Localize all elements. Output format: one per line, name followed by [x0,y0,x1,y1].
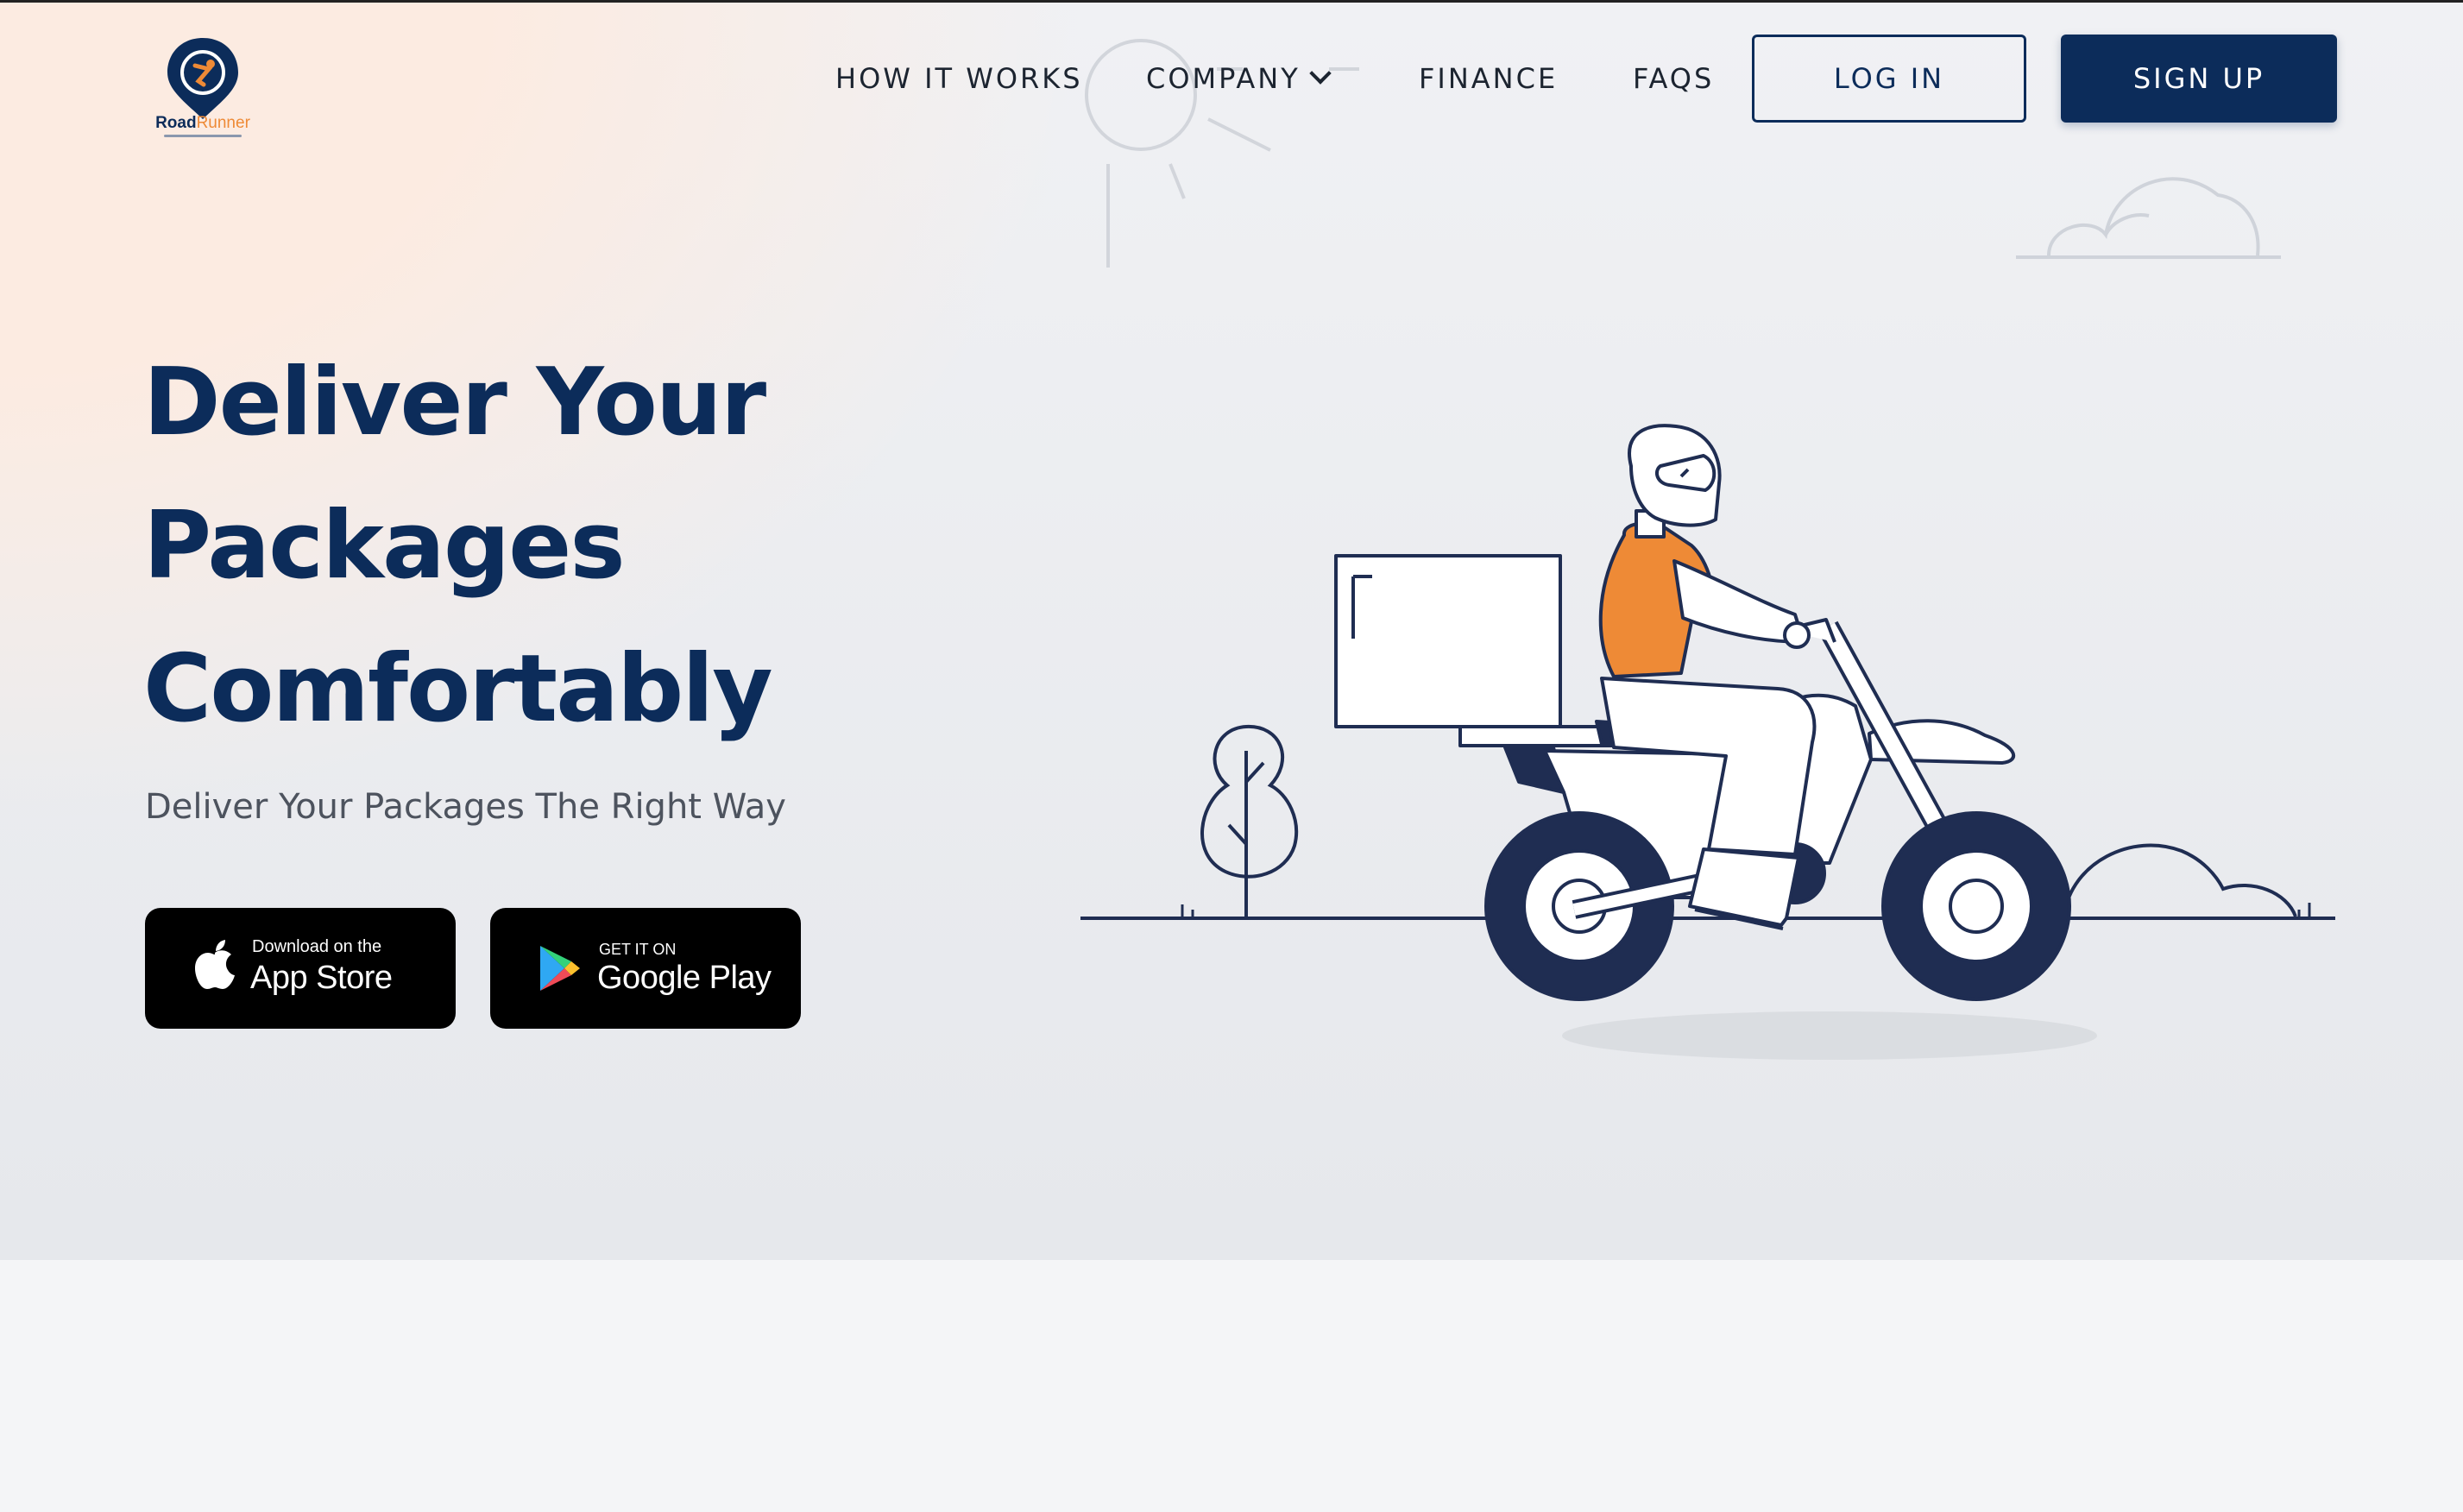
google-play-button[interactable]: GET IT ON Google Play [490,908,801,1029]
nav-finance[interactable]: FINANCE [1419,62,1558,95]
nav-faqs[interactable]: FAQS [1633,62,1714,95]
nav-company-label: COMPANY [1146,62,1301,95]
bush-icon [2063,843,2297,917]
chevron-down-icon [1309,62,1332,85]
headline-line-2: Packages [143,492,626,600]
brand-name-part1: Road [155,114,197,132]
hero-section: RoadRunner HOW IT WORKS COMPANY FINANCE … [0,0,2463,1260]
google-play-small-text: GET IT ON [599,941,677,958]
motorcycle-icon [1334,424,2071,1001]
cloud-icon [2016,177,2281,259]
app-store-big-text: App Store [250,960,393,996]
hero-headline: Deliver Your Packages Comfortably [143,331,1006,761]
headline-line-1: Deliver Your [143,349,766,457]
brand-logo[interactable]: RoadRunner [147,35,259,142]
brand-wordmark: RoadRunner [147,114,259,133]
login-button[interactable]: LOG IN [1752,35,2026,123]
headline-line-3: Comfortably [143,635,773,743]
app-store-button[interactable]: Download on the App Store [145,908,456,1029]
app-store-small-text: Download on the [252,937,382,956]
hero-subheadline: Deliver Your Packages The Right Way [145,787,786,827]
nav-how-it-works[interactable]: HOW IT WORKS [835,62,1083,95]
nav-company[interactable]: COMPANY [1146,62,1332,95]
brand-tagline-mark [164,135,242,137]
tree-icon [1200,724,1299,918]
next-section-background [0,1260,2463,1512]
google-play-icon [540,946,580,991]
google-play-big-text: Google Play [597,960,772,996]
bike-shadow [1562,1011,2097,1060]
map-pin-logo-icon [167,38,238,119]
brand-name-part2: Runner [196,114,250,132]
signup-button[interactable]: SIGN UP [2061,35,2337,123]
apple-icon [195,940,235,989]
